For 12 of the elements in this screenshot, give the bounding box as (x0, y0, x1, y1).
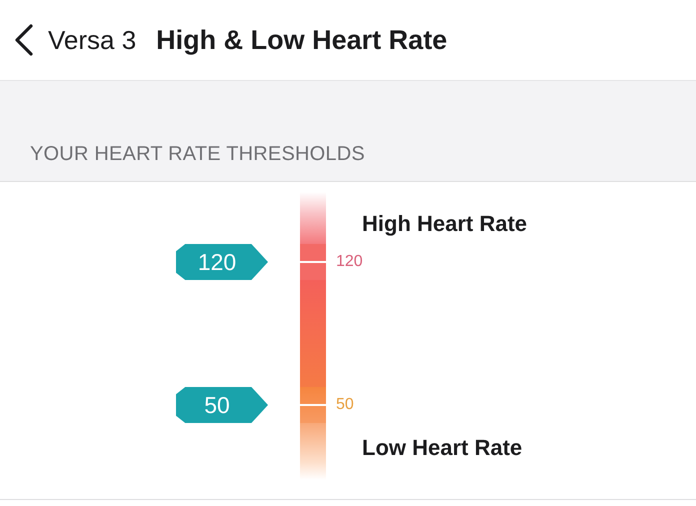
tick-label: 50 (336, 395, 354, 415)
page-title: High & Low Heart Rate (156, 24, 448, 57)
section-title: YOUR HEART RATE THRESHOLDS (30, 142, 365, 167)
back-chevron-icon (14, 24, 34, 56)
zone-label: Low Heart Rate (362, 434, 522, 462)
tick-mark (300, 404, 326, 406)
tick-mark (300, 261, 326, 263)
zone-label: High Heart Rate (362, 210, 528, 238)
tick-label: 120 (336, 252, 363, 272)
threshold-marker[interactable]: 50 (176, 387, 268, 423)
back-button[interactable]: Versa 3 (14, 20, 156, 60)
threshold-marker[interactable]: 120 (176, 244, 268, 280)
